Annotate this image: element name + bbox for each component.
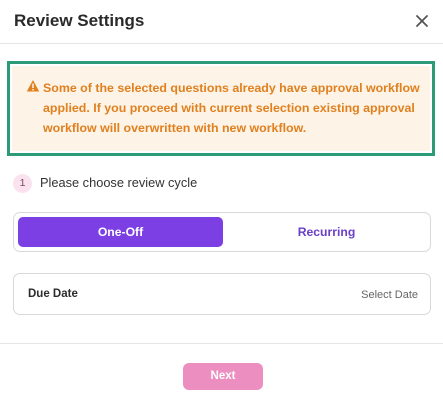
modal-header: Review Settings [0,0,443,44]
select-date-value[interactable]: Select Date [361,289,418,301]
due-date-field[interactable]: Due Date Select Date [13,273,431,315]
recurring-option[interactable]: Recurring [227,217,426,247]
due-date-label: Due Date [28,288,78,300]
warning-alert: Some of the selected questions already h… [12,66,430,151]
review-cycle-toggle: One-Off Recurring [13,212,431,252]
close-icon [416,15,428,27]
step-label: Please choose review cycle [40,175,198,190]
step-number-badge: 1 [13,174,32,193]
one-off-option[interactable]: One-Off [18,217,223,247]
footer-divider [0,343,443,344]
close-button[interactable] [411,10,433,32]
modal-title: Review Settings [14,11,145,30]
next-button[interactable]: Next [183,363,263,390]
warning-triangle-icon [26,79,40,93]
alert-message: Some of the selected questions already h… [43,81,420,135]
